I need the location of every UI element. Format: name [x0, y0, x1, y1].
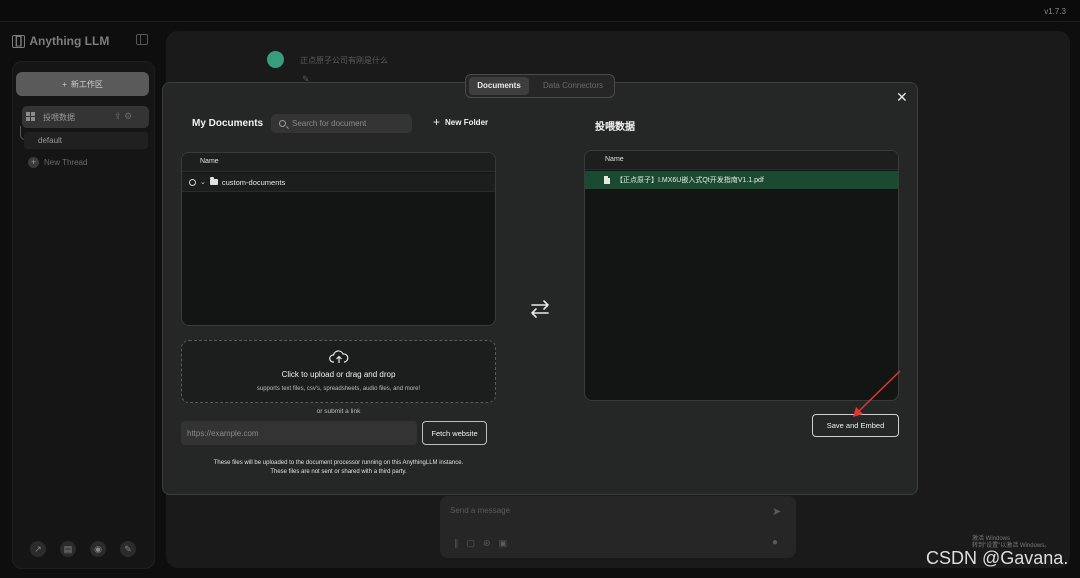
- new-folder-label: New Folder: [445, 117, 489, 127]
- my-documents-list: Name ⌄ custom-documents: [181, 152, 496, 326]
- folder-icon: [209, 177, 218, 185]
- settings-icon[interactable]: ✎: [120, 541, 136, 557]
- chat-question: 正点原子公司有刚是什么: [300, 56, 388, 65]
- workspace-actions[interactable]: ⇪ ⚙: [114, 111, 132, 122]
- fetch-website-button[interactable]: Fetch website: [422, 421, 487, 445]
- folder-name: custom-documents: [221, 177, 286, 187]
- upload-icon[interactable]: ⇪: [114, 111, 122, 121]
- sidebar-toggle-icon[interactable]: [136, 34, 148, 45]
- message-tools: ∥ ▢ ⊛ ▣: [454, 538, 507, 549]
- docs-icon[interactable]: ▤: [60, 541, 76, 557]
- text-size-icon[interactable]: ▣: [499, 538, 508, 549]
- new-thread-button[interactable]: + New Thread: [28, 157, 87, 168]
- message-input[interactable]: Send a message: [450, 506, 510, 515]
- annotation-arrow: [853, 370, 901, 417]
- file-name: 【正点原子】I.MX6U嵌入式Qt开发指南V1.1.pdf: [616, 177, 764, 184]
- thread-item-default[interactable]: default: [24, 132, 148, 149]
- search-input[interactable]: [292, 119, 402, 128]
- gear-icon[interactable]: ⚙: [124, 111, 132, 121]
- upload-subtitle: supports text files, csv's, spreadsheets…: [256, 386, 421, 392]
- notice-line-1: These files will be uploaded to the docu…: [213, 460, 464, 466]
- or-submit-link-label: or submit a link: [316, 408, 361, 415]
- column-header-name: Name: [182, 153, 495, 172]
- upload-title: Click to upload or drag and drop: [281, 370, 396, 379]
- file-row[interactable]: 【正点原子】I.MX6U嵌入式Qt开发指南V1.1.pdf: [585, 171, 898, 189]
- version-label: v1.7.3: [1044, 7, 1066, 16]
- tab-documents[interactable]: Documents: [469, 77, 529, 95]
- new-workspace-button[interactable]: + 新工作区: [16, 72, 149, 96]
- logo-text: Anything LLM: [29, 34, 110, 48]
- new-folder-button[interactable]: + New Folder: [433, 115, 489, 129]
- search-box[interactable]: [271, 114, 412, 133]
- new-workspace-label: 新工作区: [70, 79, 103, 89]
- plus-icon: +: [62, 79, 67, 89]
- mic-icon[interactable]: ●: [772, 537, 778, 548]
- column-header-name: Name: [585, 151, 898, 170]
- discord-icon[interactable]: ◉: [90, 541, 106, 557]
- cloud-upload-icon: [329, 350, 349, 363]
- attach-icon[interactable]: ∥: [454, 538, 459, 549]
- workspace-label: 投喂数据: [43, 112, 75, 122]
- chevron-down-icon[interactable]: ⌄: [200, 178, 206, 186]
- activation-line-1: 激活 Windows: [972, 536, 1011, 542]
- send-icon[interactable]: ➤: [772, 505, 781, 518]
- tab-data-connectors[interactable]: Data Connectors: [535, 77, 611, 95]
- my-documents-title: My Documents: [192, 118, 264, 129]
- logo-icon: []: [12, 34, 26, 48]
- community-icon[interactable]: ↗: [30, 541, 46, 557]
- plus-icon: +: [28, 157, 39, 168]
- avatar: [267, 51, 284, 68]
- csdn-watermark: CSDN @Gavana.: [926, 548, 1069, 568]
- plus-icon: +: [433, 115, 441, 129]
- folder-row[interactable]: ⌄ custom-documents: [182, 173, 495, 192]
- app-logo: [] Anything LLM: [12, 34, 109, 48]
- select-radio[interactable]: [189, 178, 196, 186]
- notice-line-2: These files are not sent or shared with …: [270, 469, 407, 475]
- top-bar: [0, 0, 1080, 22]
- file-icon: [604, 176, 610, 184]
- slash-icon[interactable]: ▢: [467, 538, 476, 549]
- close-icon[interactable]: ✕: [896, 90, 908, 104]
- upload-dropzone[interactable]: Click to upload or drag and drop support…: [181, 340, 496, 403]
- upload-notice: These files will be uploaded to the docu…: [181, 459, 496, 477]
- swap-arrows-icon: [531, 300, 549, 318]
- workspace-title: 投喂数据: [595, 122, 635, 133]
- sidebar-footer: ↗ ▤ ◉ ✎: [30, 541, 136, 557]
- workspace-grid-icon: [26, 112, 35, 121]
- new-thread-label: New Thread: [44, 158, 88, 167]
- agent-icon[interactable]: ⊛: [483, 538, 491, 549]
- search-icon: [279, 120, 286, 127]
- url-input[interactable]: [181, 421, 417, 445]
